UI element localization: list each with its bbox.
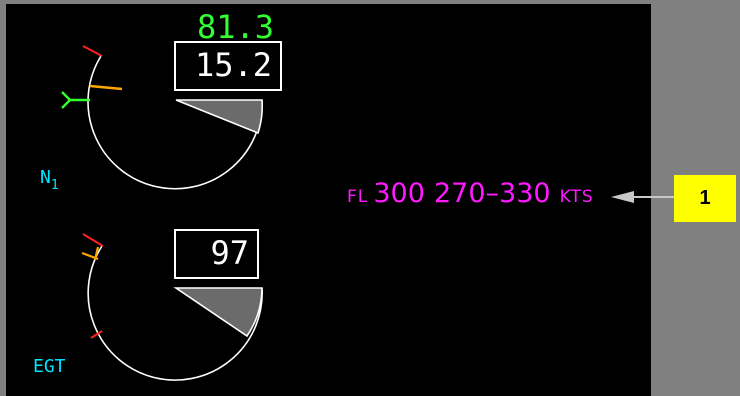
- callout-arrow-head: [611, 191, 634, 203]
- callout-badge: 1: [674, 175, 736, 222]
- callout-arrow: [611, 191, 674, 203]
